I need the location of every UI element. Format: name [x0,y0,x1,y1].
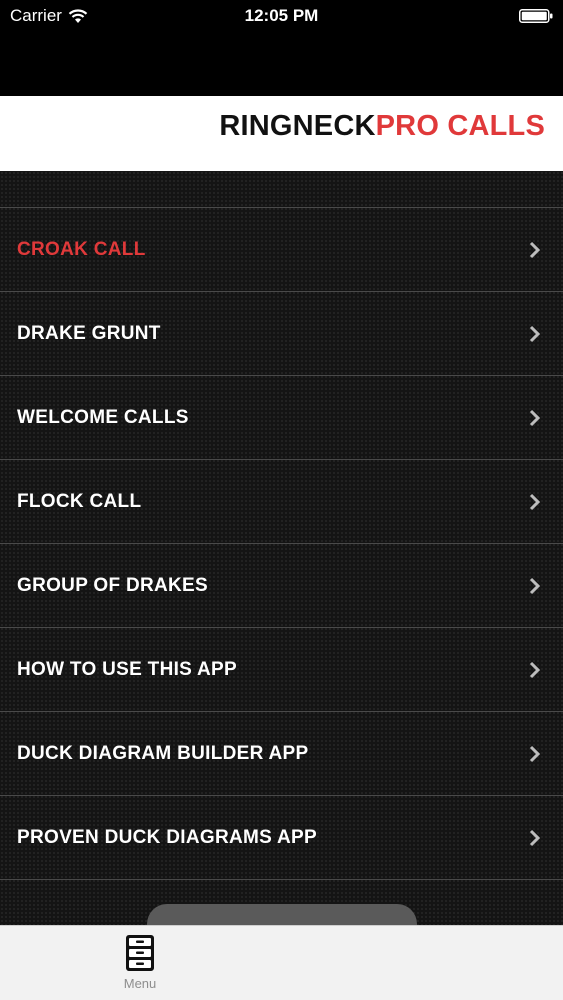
menu-item-label: HOW TO USE THIS APP [17,658,237,680]
tab-menu[interactable]: Menu [110,934,170,998]
title-ringneck: RINGNECK [219,110,376,142]
menu-item-croak-call[interactable]: CROAK CALL [0,208,563,292]
menu-item-label: GROUP OF DRAKES [17,574,209,596]
app-title: RINGNECKPRO CALLS [219,110,545,143]
menu-item-label: DUCK DIAGRAM BUILDER APP [17,742,309,764]
status-time: 12:05 PM [244,6,319,25]
tab-bar: Menu [0,925,563,1000]
chevron-right-icon [529,745,541,762]
menu-item-label: WELCOME CALLS [17,406,189,428]
menu-item-welcome-calls[interactable]: WELCOME CALLS [0,376,563,460]
app-header: RINGNECKPRO CALLS [0,96,563,171]
menu-item-label: CROAK CALL [17,238,146,260]
chevron-right-icon [529,829,541,846]
menu-item-label: DRAKE GRUNT [17,322,161,344]
menu-item-duck-diagram-builder[interactable]: DUCK DIAGRAM BUILDER APP [0,712,563,796]
tab-menu-label: Menu [123,976,157,991]
chevron-right-icon [529,409,541,426]
chevron-right-icon [529,577,541,594]
chevron-right-icon [529,661,541,678]
menu-item-drake-grunt[interactable]: DRAKE GRUNT [0,292,563,376]
battery-icon [519,9,553,23]
scroll-pill [147,904,417,925]
menu-item-label: FLOCK CALL [17,490,142,512]
status-bar: Carrier 12:05 PM [0,0,563,96]
menu-item-how-to-use[interactable]: HOW TO USE THIS APP [0,628,563,712]
menu-item-label: PROVEN DUCK DIAGRAMS APP [17,826,317,848]
chevron-right-icon [529,493,541,510]
menu-item-group-of-drakes[interactable]: GROUP OF DRAKES [0,544,563,628]
title-pro-calls: PRO CALLS [375,110,545,142]
menu-item-flock-call[interactable]: FLOCK CALL [0,460,563,544]
chevron-right-icon [529,325,541,342]
chevron-right-icon [529,241,541,258]
list-top-spacer [0,171,563,208]
file-cabinet-icon [126,935,154,971]
menu-item-proven-duck-diagrams[interactable]: PROVEN DUCK DIAGRAMS APP [0,796,563,880]
menu-list[interactable]: CROAK CALL DRAKE GRUNT WELCOME CALLS FLO… [0,171,563,925]
